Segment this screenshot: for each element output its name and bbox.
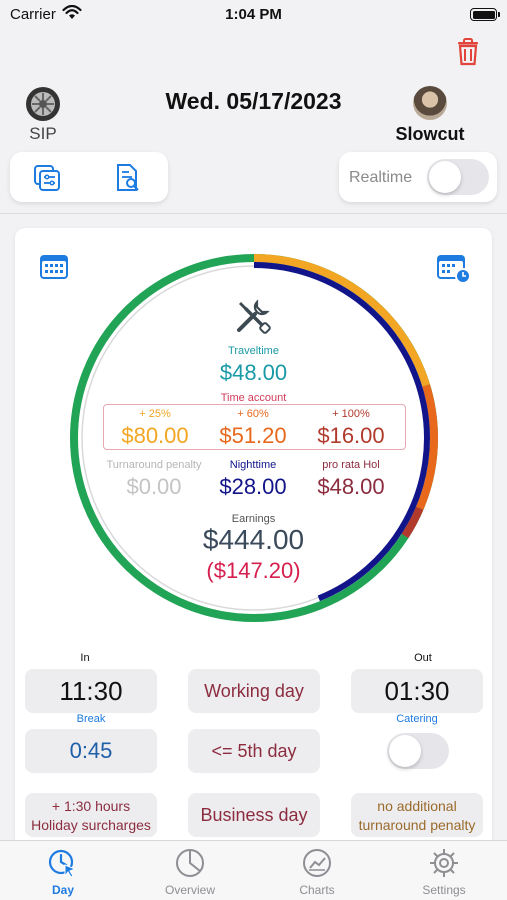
gear-icon bbox=[430, 849, 458, 877]
turnaround-line2: turnaround penalty bbox=[358, 817, 476, 833]
tools-icon bbox=[233, 296, 273, 336]
realtime-toggle[interactable] bbox=[427, 159, 489, 195]
day-count-label: <= 5th day bbox=[211, 741, 297, 761]
traveltime-value: $48.00 bbox=[219, 360, 288, 385]
turnaround-line1: no additional bbox=[377, 798, 457, 814]
tab-overview-label: Overview bbox=[164, 883, 215, 897]
traveltime-label: Traveltime bbox=[228, 345, 279, 357]
tab-day[interactable]: Day bbox=[13, 847, 113, 897]
turnaround-penalty-button[interactable]: no additional turnaround penalty bbox=[351, 793, 483, 837]
tab-charts[interactable]: Charts bbox=[267, 847, 367, 897]
copy-settings-icon[interactable] bbox=[32, 163, 62, 193]
tab-overview[interactable]: Overview bbox=[140, 847, 240, 897]
surcharge-60-value: $51.20 bbox=[219, 423, 287, 448]
catering-label: Catering bbox=[396, 713, 438, 725]
document-search-icon[interactable] bbox=[112, 163, 142, 193]
break-field[interactable]: 0:45 bbox=[25, 729, 157, 773]
nighttime-value: $28.00 bbox=[219, 474, 287, 499]
holiday-surcharge-button[interactable]: + 1:30 hours Holiday surcharges bbox=[25, 793, 157, 837]
header: SIP Wed. 05/17/2023 Slowcut bbox=[0, 80, 507, 150]
nighttime-label: Nighttime bbox=[229, 459, 277, 471]
day-type-button[interactable]: Working day bbox=[188, 669, 320, 713]
surcharge-25-value: $80.00 bbox=[121, 423, 189, 448]
day-type-label: Working day bbox=[204, 681, 304, 701]
surcharge-100-label: + 100% bbox=[332, 408, 370, 420]
realtime-panel: Realtime bbox=[339, 152, 497, 202]
business-day-label: Business day bbox=[200, 805, 308, 825]
profile-name: Slowcut bbox=[395, 124, 465, 144]
vehicle-label: SIP bbox=[29, 124, 57, 143]
break-label: Break bbox=[76, 713, 106, 725]
tab-settings[interactable]: Settings bbox=[394, 847, 494, 897]
prorata-value: $48.00 bbox=[317, 474, 385, 499]
clock-icon bbox=[48, 849, 77, 878]
tab-bar: Day Overview Charts Settings bbox=[0, 840, 507, 900]
out-time-value: 01:30 bbox=[384, 676, 450, 706]
battery-icon bbox=[470, 8, 500, 21]
tab-settings-label: Settings bbox=[422, 883, 466, 897]
toolbar bbox=[10, 152, 168, 202]
tab-charts-label: Charts bbox=[299, 883, 335, 897]
status-time: 1:04 PM bbox=[225, 6, 282, 23]
surcharge-100-value: $16.00 bbox=[317, 423, 385, 448]
surcharge-25-label: + 25% bbox=[139, 408, 171, 420]
pie-chart-icon bbox=[176, 849, 204, 877]
avatar bbox=[413, 86, 447, 120]
in-label: In bbox=[80, 652, 90, 664]
business-day-button[interactable]: Business day bbox=[188, 793, 320, 837]
turnaround-label: Turnaround penalty bbox=[106, 459, 202, 471]
deduction-value: ($147.20) bbox=[206, 558, 301, 583]
day-count-button[interactable]: <= 5th day bbox=[188, 729, 320, 773]
out-time-field[interactable]: 01:30 bbox=[351, 669, 483, 713]
prorata-label: pro rata Hol bbox=[322, 459, 380, 471]
surcharge-60-label: + 60% bbox=[237, 408, 269, 420]
in-time-value: 11:30 bbox=[59, 676, 123, 706]
break-value: 0:45 bbox=[69, 738, 113, 763]
profile-selector[interactable]: Slowcut bbox=[375, 86, 485, 145]
holiday-line2: Holiday surcharges bbox=[31, 817, 151, 833]
realtime-label: Realtime bbox=[349, 169, 413, 186]
line-chart-icon bbox=[303, 849, 331, 877]
earnings-value: $444.00 bbox=[202, 524, 305, 555]
day-summary-card: Traveltime $48.00 Time account + 25% $80… bbox=[15, 228, 492, 848]
out-label: Out bbox=[414, 652, 432, 664]
trash-icon[interactable] bbox=[455, 38, 481, 66]
divider bbox=[0, 213, 507, 214]
status-bar: Carrier 1:04 PM bbox=[0, 0, 507, 30]
in-time-field[interactable]: 11:30 bbox=[25, 669, 157, 713]
time-account-label: Time account bbox=[220, 392, 287, 404]
catering-toggle[interactable] bbox=[387, 733, 449, 769]
turnaround-value: $0.00 bbox=[126, 474, 182, 499]
tab-day-label: Day bbox=[51, 883, 74, 897]
holiday-line1: + 1:30 hours bbox=[51, 798, 131, 814]
